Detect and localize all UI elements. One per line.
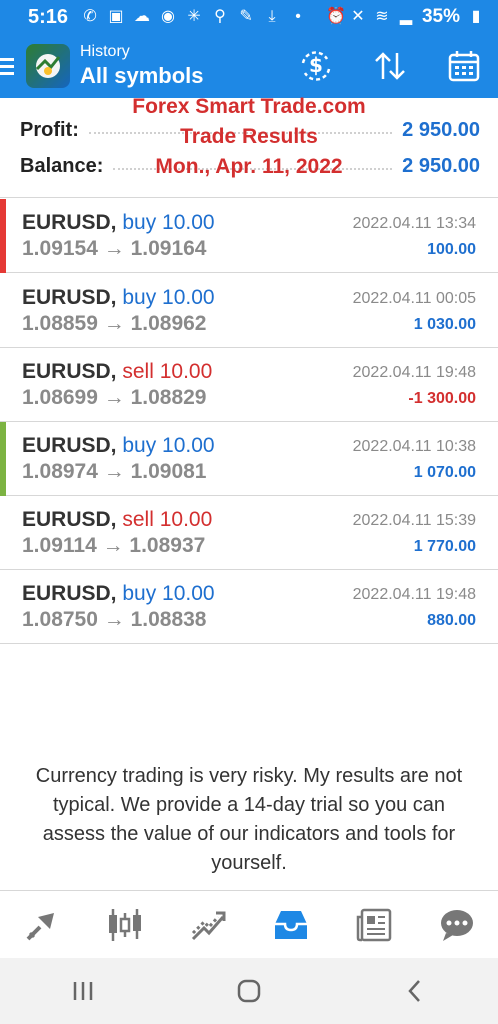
trade-date: 2022.04.11 13:34 (352, 215, 476, 232)
battery-icon: ▮ (471, 8, 481, 25)
system-nav (0, 958, 498, 1024)
circle-icon: ◉ (161, 8, 176, 25)
trade-symbol: EURUSD, (22, 582, 117, 605)
trade-prices: 1.08750 → 1.08838 (22, 608, 207, 631)
nfc-icon: ≋ (375, 8, 389, 25)
app-logo (26, 44, 70, 88)
trade-row[interactable]: EURUSD, buy 10.00 1.09154 → 1.09164 2022… (0, 199, 498, 273)
sort-icon[interactable] (372, 48, 408, 84)
chat-icon[interactable] (435, 903, 479, 947)
trade-row[interactable]: EURUSD, buy 10.00 1.08750 → 1.08838 2022… (0, 570, 498, 644)
trade-side: sell 10.00 (122, 360, 213, 383)
trade-marker (0, 422, 6, 496)
trade-side: buy 10.00 (122, 434, 215, 457)
trade-symbol: EURUSD, (22, 508, 117, 531)
trade-icon[interactable] (186, 903, 230, 947)
news-icon[interactable] (352, 903, 396, 947)
trade-side: buy 10.00 (122, 211, 215, 234)
trade-date: 2022.04.11 19:48 (352, 364, 476, 381)
trade-profit: 1 070.00 (413, 464, 476, 481)
trade-profit: 1 770.00 (413, 538, 476, 555)
trade-date: 2022.04.11 10:38 (352, 438, 476, 455)
chart-icon[interactable] (103, 903, 147, 947)
trade-profit: 100.00 (427, 241, 476, 258)
summary-panel: Profit: 2 950.00 Balance: 2 950.00 Forex… (0, 95, 498, 198)
trade-prices: 1.08859 → 1.08962 (22, 312, 207, 335)
trade-date: 2022.04.11 00:05 (352, 290, 476, 307)
trade-symbol: EURUSD, (22, 286, 117, 309)
cloud-icon: ☁ (134, 8, 151, 25)
app-subtitle: History (80, 43, 130, 60)
trade-side: buy 10.00 (122, 286, 215, 309)
dot-icon: • (295, 8, 301, 25)
wrench-icon: ✎ (239, 8, 253, 25)
trade-profit: 1 030.00 (413, 316, 476, 333)
mute-icon: ✕ (351, 8, 365, 25)
trade-side: buy 10.00 (122, 582, 215, 605)
location-icon: ⚲ (214, 8, 226, 25)
trade-prices: 1.09154 → 1.09164 (22, 237, 207, 260)
trade-row[interactable]: EURUSD, sell 10.00 1.09114 → 1.08937 202… (0, 496, 498, 570)
whatsapp-icon: ✆ (83, 8, 97, 25)
download-icon: ⤓ (268, 8, 276, 25)
home-icon[interactable] (229, 971, 269, 1011)
trade-marker (0, 496, 6, 570)
menu-icon[interactable] (0, 57, 20, 75)
overlay-date: Mon., Apr. 11, 2022 (155, 155, 343, 178)
overlay-site-name: Forex Smart Trade.com (132, 95, 366, 118)
trade-side: sell 10.00 (122, 508, 213, 531)
app-bar: History All symbols $ (0, 34, 498, 98)
trade-row[interactable]: EURUSD, buy 10.00 1.08974 → 1.09081 2022… (0, 422, 498, 496)
trade-profit: -1 300.00 (408, 390, 476, 407)
trade-marker (0, 199, 6, 273)
recent-apps-icon[interactable] (63, 971, 103, 1011)
alarm-icon: ⏰ (325, 8, 346, 25)
trade-row[interactable]: EURUSD, sell 10.00 1.08699 → 1.08829 202… (0, 348, 498, 422)
trade-prices: 1.08699 → 1.08829 (22, 386, 207, 409)
app-icon: ▣ (108, 8, 124, 25)
overlay-subtitle: Trade Results (180, 125, 318, 148)
signal-icon: ▂ (399, 8, 413, 25)
battery-percent: 35% (421, 6, 460, 27)
quotes-icon[interactable] (20, 903, 64, 947)
disclaimer-text: Currency trading is very risky. My resul… (35, 765, 463, 874)
app-title[interactable]: All symbols (80, 62, 203, 90)
status-time: 5:16 (28, 5, 69, 28)
trade-prices: 1.08974 → 1.09081 (22, 460, 207, 483)
trade-prices: 1.09114 → 1.08937 (22, 534, 206, 557)
trade-symbol: EURUSD, (22, 211, 117, 234)
svg-text:$: $ (309, 53, 323, 77)
trade-date: 2022.04.11 19:48 (352, 586, 476, 603)
bottom-nav (0, 890, 498, 958)
trade-marker (0, 348, 6, 422)
trade-symbol: EURUSD, (22, 360, 117, 383)
calendar-icon[interactable] (446, 48, 482, 84)
trade-date: 2022.04.11 15:39 (352, 512, 476, 529)
trade-marker (0, 570, 6, 644)
back-icon[interactable] (395, 971, 435, 1011)
currency-exchange-icon[interactable]: $ (298, 48, 334, 84)
trade-profit: 880.00 (427, 612, 476, 629)
history-icon[interactable] (269, 903, 313, 947)
trade-row[interactable]: EURUSD, buy 10.00 1.08859 → 1.08962 2022… (0, 274, 498, 348)
trade-symbol: EURUSD, (22, 434, 117, 457)
status-bar: 5:16 ✆ ▣ ☁ ◉ ✳ ⚲ ✎ ⤓ • ⏰ ✕ ≋ ▂ 35% ▮ (0, 0, 498, 34)
spark-icon: ✳ (187, 8, 201, 25)
trade-marker (0, 274, 6, 348)
